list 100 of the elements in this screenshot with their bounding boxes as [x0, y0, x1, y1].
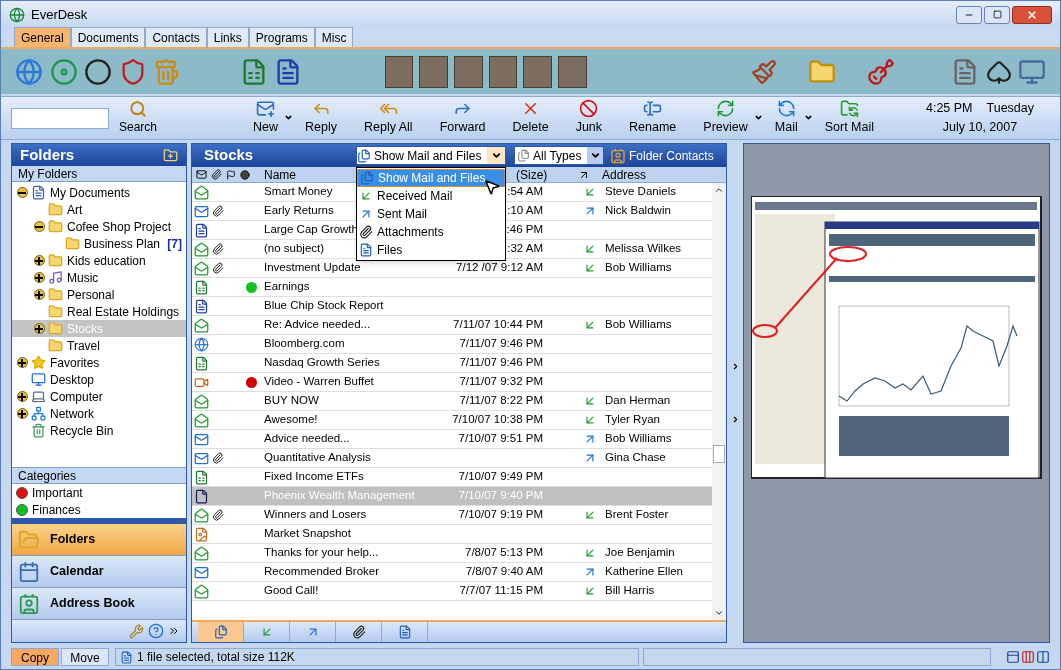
scroll-down-icon[interactable] [714, 608, 724, 618]
folder-icon [65, 236, 80, 251]
caret-icon[interactable] [284, 113, 294, 122]
more-icon[interactable] [168, 625, 180, 637]
envelope-icon [194, 203, 209, 219]
folder-contacts-button[interactable]: Folder Contacts [610, 146, 714, 165]
photo-placeholder[interactable] [454, 55, 483, 88]
toolbar-button[interactable]: Delete [506, 98, 555, 138]
address-book-icon [18, 592, 40, 615]
toolbar-button[interactable]: Sort Mail [818, 98, 880, 138]
mode-button[interactable]: Copy [11, 648, 59, 666]
nav-button[interactable]: Calendar [12, 556, 186, 588]
list-row[interactable]: Awesome! 7/10/07 10:38 PM Tyler Ryan [192, 411, 712, 430]
tree-item[interactable]: Personal [12, 286, 186, 303]
list-row[interactable]: Good Call! 7/7/07 11:15 PM Bill Harris [192, 582, 712, 601]
toolbar-button[interactable]: Reply All [358, 98, 419, 138]
category-item[interactable]: Finances [12, 501, 186, 518]
tools-icon[interactable] [129, 623, 144, 639]
tab[interactable]: Contacts [145, 27, 207, 47]
tree-item[interactable]: Art [12, 201, 186, 218]
tree-item[interactable]: Favorites [12, 354, 186, 371]
tab[interactable]: Misc [314, 27, 354, 47]
toolbar-button[interactable]: Junk [569, 98, 609, 138]
toolbar-button[interactable]: Mail [768, 98, 804, 138]
toolbar-button[interactable]: New [247, 98, 285, 138]
scroll-thumb[interactable] [713, 445, 725, 463]
tree-item[interactable]: Kids education [12, 252, 186, 269]
tree-item[interactable]: Music [12, 269, 186, 286]
list-row[interactable]: Advice needed... 7/10/07 9:51 PM Bob Williams [192, 430, 712, 449]
expand-toggle[interactable] [33, 255, 45, 266]
list-row[interactable]: Quantitative Analysis Gina Chase [192, 449, 712, 468]
photo-placeholder[interactable] [419, 55, 448, 88]
tree-item[interactable]: Real Estate Holdings [12, 303, 186, 320]
list-row[interactable]: Bloomberg.com 7/11/07 9:46 PM [192, 335, 712, 354]
list-row[interactable]: Earnings [192, 278, 712, 297]
photo-placeholder[interactable] [558, 55, 587, 88]
list-row[interactable]: BUY NOW 7/11/07 8:22 PM Dan Herman [192, 392, 712, 411]
photo-placeholder[interactable] [523, 55, 552, 88]
list-row[interactable]: Nasdaq Growth Series 7/11/07 9:46 PM [192, 354, 712, 373]
expand-toggle[interactable] [33, 323, 45, 334]
tree-item[interactable]: Cofee Shop Project [12, 218, 186, 235]
tree-item[interactable]: Recycle Bin [12, 422, 186, 439]
expand-toggle[interactable] [16, 408, 28, 419]
list-row[interactable]: Winners and Losers 7/10/07 9:19 PM Brent Foster [192, 506, 712, 525]
menu-item[interactable]: Files [357, 241, 505, 259]
tree-item[interactable]: Business Plan [7] [12, 235, 186, 252]
collapse-toggle[interactable] [16, 187, 28, 198]
collapse-toggle[interactable] [33, 221, 45, 232]
photo-placeholder[interactable] [384, 55, 414, 88]
tree-item[interactable]: Desktop [12, 371, 186, 388]
list-row[interactable]: Blue Chip Stock Report [192, 297, 712, 316]
list-row[interactable]: Re: Advice needed... 7/11/07 10:44 PM Bob Williams [192, 316, 712, 335]
toolbar-button[interactable]: Preview [697, 98, 754, 138]
tab[interactable]: General [14, 27, 71, 47]
tab[interactable]: Programs [248, 27, 315, 47]
expand-toggle[interactable] [16, 391, 28, 402]
toolbar-button[interactable]: Forward [433, 98, 492, 138]
expand-toggle[interactable] [16, 357, 28, 368]
tree-item[interactable]: Computer [12, 388, 186, 405]
column-header[interactable]: (Size) [516, 165, 578, 184]
list-row[interactable]: Market Snapshot [192, 525, 712, 544]
layout-icon[interactable] [1006, 650, 1020, 664]
toolbar-button[interactable]: Rename [623, 98, 683, 138]
type-dropdown[interactable]: All Types [514, 146, 604, 165]
search-button[interactable]: Search [115, 100, 162, 136]
word-document-icon [194, 298, 209, 314]
expand-toggle[interactable] [33, 272, 45, 283]
help-icon[interactable] [148, 623, 164, 639]
minimize-button[interactable] [956, 5, 982, 24]
date-cell-text: 7/10/07 9:49 PM [458, 469, 543, 485]
close-button[interactable] [1012, 5, 1052, 24]
tree-item[interactable]: Travel [12, 337, 186, 354]
list-row[interactable]: Thanks for your help... 7/8/07 5:13 PM Joe Benjamin [192, 544, 712, 563]
maximize-button[interactable] [984, 5, 1010, 24]
photo-placeholder[interactable] [488, 55, 518, 88]
scroll-up-icon[interactable] [714, 185, 724, 195]
new-folder-icon[interactable] [163, 147, 178, 163]
caret-icon[interactable] [753, 113, 763, 122]
tree-item[interactable]: My Documents [12, 184, 186, 201]
list-row[interactable]: Video - Warren Buffet 7/11/07 9:32 PM [192, 373, 712, 392]
tab[interactable]: Documents [70, 27, 146, 47]
menu-item[interactable]: Received Mail [357, 187, 505, 205]
tree-item[interactable]: Network [12, 405, 186, 422]
layout-icon[interactable] [1036, 650, 1050, 664]
mode-button[interactable]: Move [61, 648, 109, 666]
tab[interactable]: Links [206, 27, 249, 47]
search-field[interactable] [11, 107, 109, 129]
menu-item[interactable]: Sent Mail [357, 205, 505, 223]
nav-button[interactable]: Folders [12, 524, 186, 556]
category-item[interactable]: Important [12, 484, 186, 501]
column-header[interactable]: Address [602, 165, 647, 184]
filter-dropdown[interactable]: Show Mail and Files [356, 146, 506, 165]
caret-icon[interactable] [803, 113, 813, 122]
nav-button[interactable]: Address Book [12, 588, 186, 620]
toolbar-button[interactable]: Reply [299, 98, 343, 138]
address-cell-text: Melissa Wilkes [605, 241, 682, 257]
expand-toggle[interactable] [33, 289, 45, 300]
layout-icon[interactable] [1021, 650, 1035, 664]
list-row[interactable]: Recommended Broker 7/8/07 9:40 AM Katherine Ellen [192, 563, 712, 582]
menu-item[interactable]: Attachments [357, 223, 505, 241]
